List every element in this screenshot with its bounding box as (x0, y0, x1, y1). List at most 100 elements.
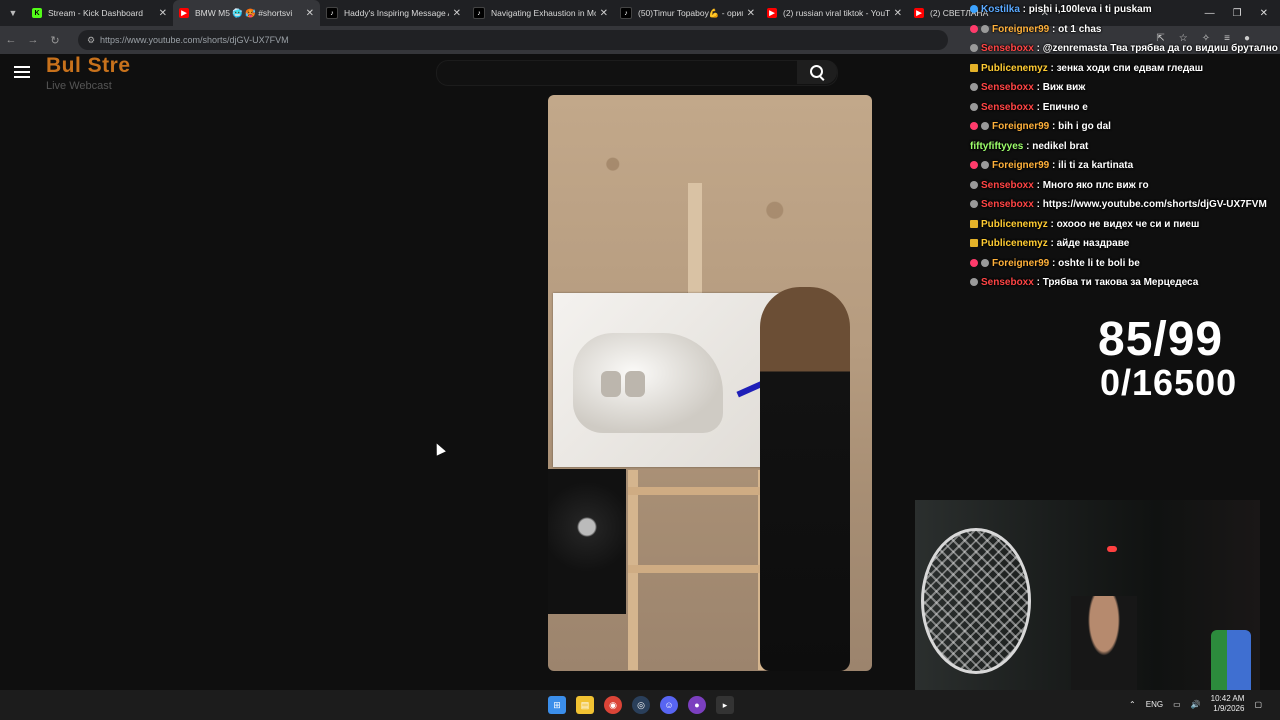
chat-username[interactable]: Foreigner99 (992, 258, 1049, 269)
chat-username[interactable]: Senseboxx (981, 102, 1034, 113)
url-text[interactable]: https://www.youtube.com/shorts/djGV-UX7F… (100, 35, 289, 45)
close-icon[interactable]: ✕ (1260, 8, 1268, 19)
chat-message: Senseboxx : Трябва ти такова за Мерцедес… (970, 275, 1198, 291)
windows-start-icon[interactable]: ⊞ (548, 696, 566, 714)
chat-username[interactable]: Foreigner99 (992, 24, 1049, 35)
easel-mast (688, 183, 702, 295)
chat-separator: : (1033, 199, 1043, 210)
chat-text: зенка ходи спи едвам гледаш (1056, 62, 1204, 74)
badge-mod-icon (970, 278, 978, 287)
window-controls: — ❐ ✕ (1205, 0, 1280, 26)
chat-separator: : (1047, 62, 1057, 74)
tray-chevron-icon[interactable]: ⌃ (1129, 700, 1136, 709)
chat-username[interactable]: Senseboxx (981, 180, 1034, 191)
badge-gold-icon (970, 63, 978, 72)
hanging-egg-chair (921, 528, 1031, 674)
tab-close-icon[interactable]: ✕ (306, 8, 314, 19)
chat-username[interactable]: Publicenemyz (981, 63, 1048, 74)
chat-username[interactable]: Senseboxx (981, 43, 1034, 54)
red-light (1107, 546, 1117, 552)
logo-main-text: Bul Stre (46, 54, 131, 77)
terminal-icon[interactable]: ▸ (716, 696, 734, 714)
search-icon[interactable] (810, 65, 823, 78)
chat-username[interactable]: Senseboxx (981, 277, 1034, 288)
easel-crossbar (628, 487, 768, 495)
flower-artwork (548, 469, 626, 614)
omnibox[interactable]: ⚙ https://www.youtube.com/shorts/djGV-UX… (78, 30, 948, 50)
back-icon[interactable]: ← (0, 34, 22, 46)
tab-close-icon[interactable]: ✕ (600, 8, 608, 19)
volume-icon[interactable]: 🔊 (1191, 700, 1201, 709)
chat-text: айде наздраве (1056, 238, 1130, 249)
chat-username[interactable]: Foreigner99 (992, 121, 1049, 132)
goal-counter-secondary: 0/16500 (1100, 362, 1238, 403)
language-indicator[interactable]: ENG (1146, 700, 1163, 709)
chat-text: pishi i,100leva i ti puskam (1028, 4, 1152, 15)
youtube-icon: ▶ (767, 8, 777, 18)
windows-taskbar: ⊞ ▤ ◉ ◎ ☺ ● ▸ ⌃ ENG ▭ 🔊 10:42 AM 1/9/202… (0, 690, 1280, 720)
minimize-icon[interactable]: — (1205, 8, 1215, 19)
chat-username[interactable]: Foreigner99 (992, 160, 1049, 171)
system-tray: ⌃ ENG ▭ 🔊 10:42 AM 1/9/2026 ▢ (1129, 694, 1262, 714)
grille-left (601, 371, 621, 397)
chat-separator: : (1033, 82, 1043, 93)
browser-tab[interactable]: ♪ Haddy's Inspiring Message Afte ✕ (320, 0, 467, 26)
file-explorer-icon[interactable]: ▤ (576, 696, 594, 714)
chat-separator: : (1023, 140, 1033, 152)
chat-username[interactable]: Senseboxx (981, 82, 1034, 93)
browser-tab[interactable]: ▶ (2) russian viral tiktok - YouTub ✕ (761, 0, 908, 26)
notification-icon[interactable]: ▢ (1254, 700, 1262, 709)
menu-icon[interactable] (14, 66, 30, 78)
chat-username[interactable]: fiftyfiftyyes (970, 141, 1023, 152)
tiktok-icon: ♪ (473, 7, 485, 19)
chat-username[interactable]: Publicenemyz (981, 238, 1048, 249)
chat-username[interactable]: Kostilka (981, 4, 1020, 15)
browser-tab[interactable]: ♪ (50)Timur Topaboy💪 - ориги ✕ (614, 0, 761, 26)
tab-close-icon[interactable]: ✕ (453, 8, 461, 19)
browser-tab[interactable]: ♪ Navigating Exhaustion in Mode ✕ (467, 0, 614, 26)
badge-mod-icon (970, 180, 978, 189)
chat-message: Foreigner99 : ot 1 chas (970, 22, 1102, 38)
site-info-icon[interactable]: ⚙ (82, 35, 100, 46)
chat-separator: : (1049, 121, 1059, 132)
tab-close-icon[interactable]: ✕ (159, 8, 167, 19)
chat-separator: : (1047, 238, 1057, 249)
chat-message: Foreigner99 : ili ti za kartinata (970, 158, 1133, 174)
tab-strip: K Stream - Kick Dashboard ✕ ▶ BMW M5 🥶 🥵 #sh… (26, 0, 1055, 26)
tab-close-icon[interactable]: ✕ (747, 8, 755, 19)
browser-tab[interactable]: ▶ BMW M5 🥶 🥵 #shortsvi ✕ (173, 0, 320, 26)
badge-mod-icon (970, 200, 978, 209)
chat-message: Senseboxx : Епично е (970, 100, 1088, 116)
chat-message: Publicenemyz : айде наздраве (970, 236, 1129, 252)
browser-tab[interactable]: K Stream - Kick Dashboard ✕ (26, 0, 173, 26)
chat-message: Senseboxx : Виж виж (970, 80, 1085, 96)
reload-icon[interactable]: ↻ (44, 34, 66, 47)
easel-crossbar-lower (628, 565, 768, 573)
discord-icon[interactable]: ☺ (660, 696, 678, 714)
network-icon[interactable]: ▭ (1173, 700, 1181, 709)
obs-icon[interactable]: ● (688, 696, 706, 714)
tab-close-icon[interactable]: ✕ (894, 8, 902, 19)
badge-gold-icon (970, 239, 978, 248)
grille-right (625, 371, 645, 397)
chat-text: ot 1 chas (1058, 23, 1102, 35)
chrome-icon[interactable]: ◉ (604, 696, 622, 714)
tab-title: Stream - Kick Dashboard (48, 8, 143, 18)
chat-username[interactable]: Senseboxx (981, 199, 1034, 210)
tiktok-icon: ♪ (620, 7, 632, 19)
tab-title: Navigating Exhaustion in Mode (491, 8, 596, 18)
forward-icon[interactable]: → (22, 34, 44, 46)
maximize-icon[interactable]: ❐ (1233, 8, 1242, 19)
chat-text: bih i go dal (1058, 121, 1111, 132)
tab-title: BMW M5 🥶 🥵 #shortsvi (195, 7, 293, 18)
steam-icon[interactable]: ◎ (632, 696, 650, 714)
search-input[interactable] (436, 60, 838, 86)
chat-text: Епично е (1042, 101, 1088, 113)
badge-gold-icon (970, 219, 978, 228)
chat-username[interactable]: Publicenemyz (981, 219, 1048, 230)
clock[interactable]: 10:42 AM 1/9/2026 (1211, 694, 1245, 714)
shorts-video-player[interactable] (548, 95, 872, 671)
artist-figure (760, 287, 850, 671)
tab-title: (50)Timur Topaboy💪 - ориги (638, 7, 743, 18)
tab-search-icon[interactable]: ▼ (0, 0, 26, 26)
